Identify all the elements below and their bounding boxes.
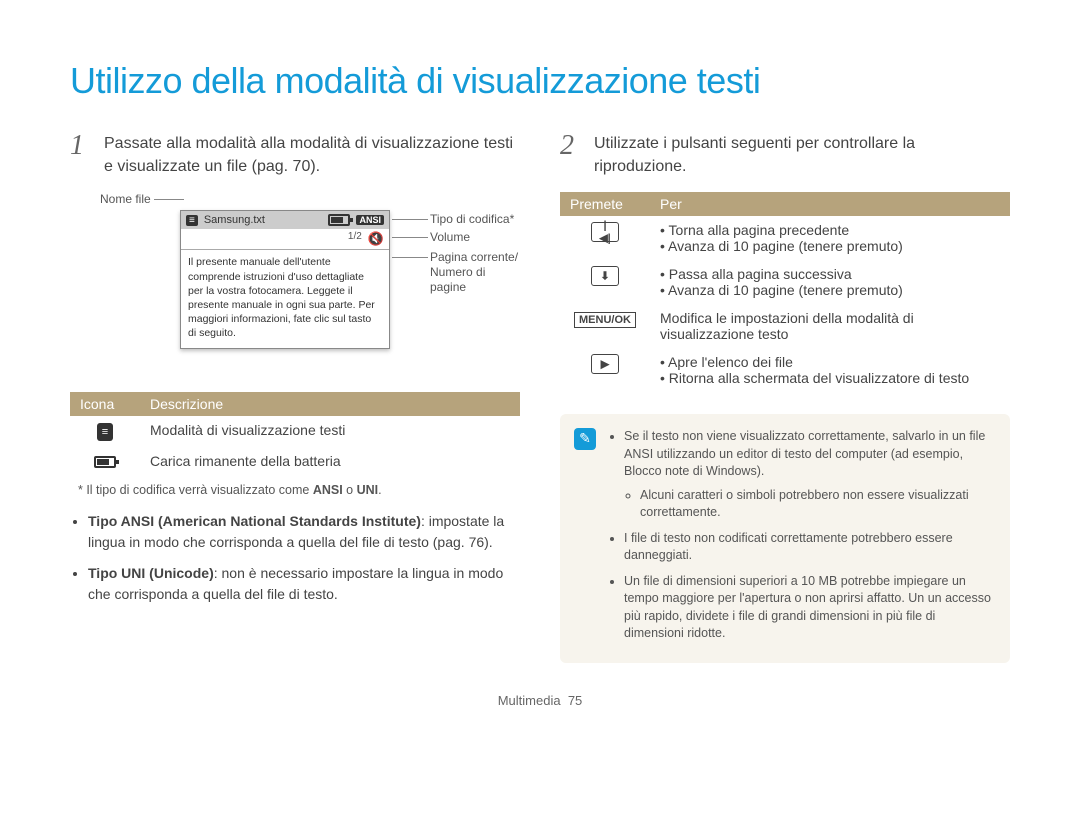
- footnote-text: * Il tipo di codifica verrà visualizzato…: [78, 483, 313, 497]
- table-row: |◀| • Torna alla pagina precedente • Ava…: [560, 216, 1010, 260]
- menu-ok-button: MENU/OK: [574, 312, 636, 328]
- note-header: ≡ Samsung.txt ANSI: [181, 211, 389, 229]
- footer-section: Multimedia: [498, 693, 561, 708]
- page: Utilizzo della modalità di visualizzazio…: [0, 0, 1080, 738]
- cell-button: ⬇: [560, 260, 650, 304]
- note-preview: ≡ Samsung.txt ANSI 1/2 🔇 Il presente man…: [180, 210, 390, 349]
- note-subheader: 1/2 🔇: [181, 229, 389, 250]
- cell-per: • Torna alla pagina precedente • Avanza …: [650, 216, 1010, 260]
- step-1: 1 Passate alla modalità alla modalità di…: [70, 132, 520, 178]
- th-icona: Icona: [70, 392, 140, 416]
- page-title: Utilizzo della modalità di visualizzazio…: [70, 60, 1010, 102]
- right-column: 2 Utilizzate i pulsanti seguenti per con…: [560, 132, 1010, 663]
- per-item: Ritorna alla schermata del visualizzator…: [669, 370, 969, 386]
- callout-item: Se il testo non viene visualizzato corre…: [624, 428, 994, 522]
- step-number: 2: [560, 132, 582, 178]
- leader-line: [392, 237, 428, 238]
- callout-item: Un file di dimensioni superiori a 10 MB …: [624, 573, 994, 643]
- table-header-row: Icona Descrizione: [70, 392, 520, 416]
- leader-line: [392, 219, 428, 220]
- cell-icon: [70, 416, 140, 446]
- cell-desc: Modalità di visualizzazione testi: [140, 416, 520, 446]
- page-counter: 1/2: [348, 231, 362, 247]
- play-list-icon: ▶: [591, 354, 619, 374]
- filename: Samsung.txt: [204, 214, 323, 226]
- table-row: ▶ • Apre l'elenco dei file • Ritorna all…: [560, 348, 1010, 392]
- leader-line: [392, 257, 428, 258]
- step-number: 1: [70, 132, 92, 178]
- list-item: Tipo ANSI (American National Standards I…: [88, 511, 520, 553]
- next-page-icon: ⬇: [591, 266, 619, 286]
- cell-per: Modifica le impostazioni della modalità …: [650, 304, 1010, 348]
- footnote-text: .: [378, 483, 381, 497]
- list-bold: Tipo UNI (Unicode): [88, 565, 214, 581]
- table-row: Modalità di visualizzazione testi: [70, 416, 520, 446]
- list-item: Tipo UNI (Unicode): non è necessario imp…: [88, 563, 520, 605]
- per-item: Passa alla pagina successiva: [669, 266, 852, 282]
- page-footer: Multimedia 75: [70, 693, 1010, 708]
- cell-button: MENU/OK: [560, 304, 650, 348]
- cell-button: ▶: [560, 348, 650, 392]
- label-pagina: Pagina corrente/ Numero di pagine: [430, 250, 520, 295]
- footnote-ansi: ANSI: [313, 483, 343, 497]
- controls-table: Premete Per |◀| • Torna alla pagina prec…: [560, 192, 1010, 392]
- battery-icon: [328, 214, 350, 226]
- encoding-list: Tipo ANSI (American National Standards I…: [70, 511, 520, 605]
- two-columns: 1 Passate alla modalità alla modalità di…: [70, 132, 1010, 663]
- callout-list: Se il testo non viene visualizzato corre…: [608, 428, 994, 651]
- th-descrizione: Descrizione: [140, 392, 520, 416]
- footnote: * Il tipo di codifica verrà visualizzato…: [78, 483, 520, 497]
- volume-icon: 🔇: [368, 231, 384, 247]
- text-mode-icon: [97, 423, 113, 441]
- table-header-row: Premete Per: [560, 192, 1010, 216]
- diagram: Nome file Tipo di codifica* Volume Pagin…: [100, 192, 520, 372]
- step-2: 2 Utilizzate i pulsanti seguenti per con…: [560, 132, 1010, 178]
- footnote-text: o: [343, 483, 357, 497]
- note-body: Il presente manuale dell'utente comprend…: [181, 250, 389, 348]
- per-item: Apre l'elenco dei file: [668, 354, 793, 370]
- label-tipo-codifica: Tipo di codifica*: [430, 212, 514, 227]
- th-per: Per: [650, 192, 1010, 216]
- per-item: Avanza di 10 pagine (tenere premuto): [668, 238, 903, 254]
- cell-desc: Carica rimanente della batteria: [140, 447, 520, 475]
- leader-line: [154, 199, 184, 200]
- callout-text: Se il testo non viene visualizzato corre…: [624, 429, 985, 478]
- footer-page: 75: [568, 693, 582, 708]
- cell-per: • Apre l'elenco dei file • Ritorna alla …: [650, 348, 1010, 392]
- battery-icon: [94, 456, 116, 468]
- callout-item: I file di testo non codificati correttam…: [624, 530, 994, 565]
- callout-subitem: Alcuni caratteri o simboli potrebbero no…: [640, 487, 994, 522]
- label-volume: Volume: [430, 230, 470, 245]
- step-text: Utilizzate i pulsanti seguenti per contr…: [594, 132, 1010, 178]
- encoding-badge: ANSI: [356, 215, 384, 225]
- per-item: Avanza di 10 pagine (tenere premuto): [668, 282, 903, 298]
- footnote-uni: UNI: [357, 483, 379, 497]
- table-row: ⬇ • Passa alla pagina successiva • Avanz…: [560, 260, 1010, 304]
- left-column: 1 Passate alla modalità alla modalità di…: [70, 132, 520, 663]
- cell-icon: [70, 447, 140, 475]
- table-row: MENU/OK Modifica le impostazioni della m…: [560, 304, 1010, 348]
- label-nome-file: Nome file: [100, 192, 151, 207]
- file-icon: ≡: [186, 215, 198, 226]
- list-bold: Tipo ANSI (American National Standards I…: [88, 513, 421, 529]
- table-row: Carica rimanente della batteria: [70, 447, 520, 475]
- prev-page-icon: |◀|: [591, 222, 619, 242]
- icon-table: Icona Descrizione Modalità di visualizza…: [70, 392, 520, 474]
- step-text: Passate alla modalità alla modalità di v…: [104, 132, 520, 178]
- cell-per: • Passa alla pagina successiva • Avanza …: [650, 260, 1010, 304]
- cell-button: |◀|: [560, 216, 650, 260]
- th-premete: Premete: [560, 192, 650, 216]
- note-icon: [574, 428, 596, 450]
- info-callout: Se il testo non viene visualizzato corre…: [560, 414, 1010, 663]
- per-item: Torna alla pagina precedente: [669, 222, 850, 238]
